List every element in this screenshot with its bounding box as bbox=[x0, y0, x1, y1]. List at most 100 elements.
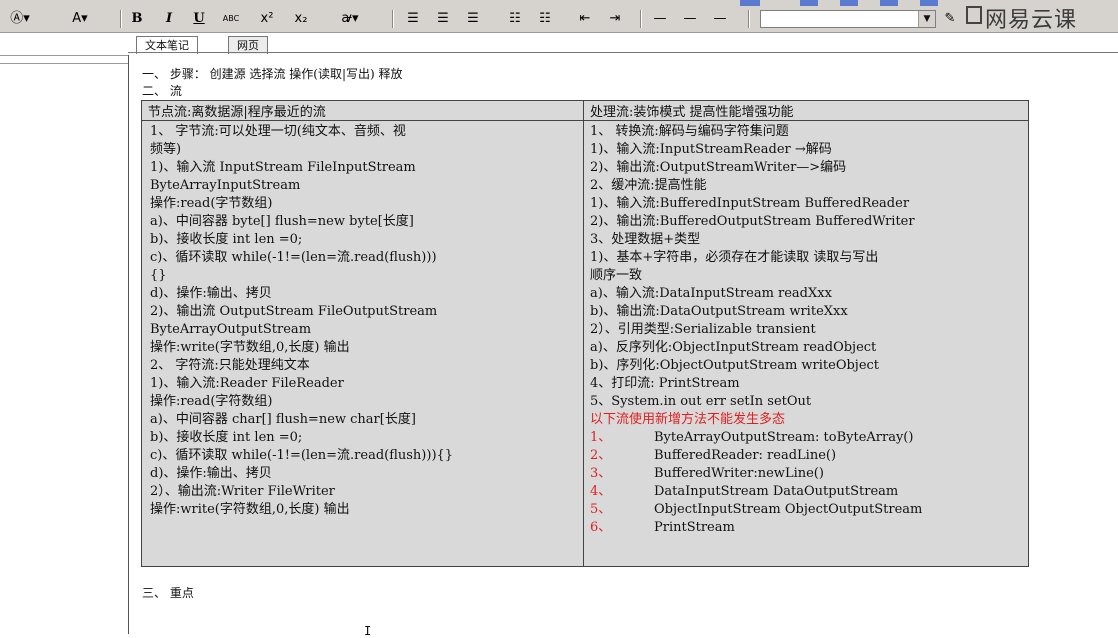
brand-text: 网易云课 bbox=[985, 8, 1078, 33]
left-line: ByteArrayOutputStream bbox=[150, 322, 312, 337]
left-line: ByteArrayInputStream bbox=[150, 178, 301, 193]
right-header: 处理流:装饰模式 提高性能增强功能 bbox=[583, 100, 1029, 121]
numbered-index: 2、 bbox=[590, 448, 612, 463]
right-line: 3、处理数据+类型 bbox=[590, 232, 701, 247]
left-line: c)、循环读取 while(-1!=(len=流.read(flush))){} bbox=[150, 448, 454, 463]
left-line: 频等) bbox=[150, 142, 182, 157]
right-line: 1、 转换流:解码与编码字符集问题 bbox=[590, 124, 789, 139]
left-line: 2）、输出流:Writer FileWriter bbox=[150, 484, 335, 499]
highlight-button[interactable]: ꜻ▾ bbox=[330, 9, 370, 29]
strikethrough-button[interactable]: ABC bbox=[218, 9, 244, 29]
toolbar-top-icon[interactable] bbox=[800, 0, 818, 6]
bullet-list-icon[interactable]: ☷ bbox=[536, 9, 554, 29]
left-header: 节点流:离数据源|程序最近的流 bbox=[141, 100, 584, 121]
left-line: 2)、输出流 OutputStream FileOutputStream bbox=[150, 304, 438, 319]
doc-line-steps: 一、 步骤： 创建源 选择流 操作(读取|写出) 释放 bbox=[142, 67, 403, 81]
left-line: b)、接收长度 int len =0; bbox=[150, 430, 303, 445]
numbered-row: 2、 BufferedReader: readLine() bbox=[590, 447, 1028, 465]
numbered-row: 6、 PrintStream bbox=[590, 519, 1028, 537]
outdent-icon[interactable]: ⇤ bbox=[576, 9, 594, 29]
bold-button[interactable]: B bbox=[128, 9, 146, 29]
numbered-text: ByteArrayOutputStream: toByteArray() bbox=[654, 430, 914, 445]
left-line: c)、循环读取 while(-1!=(len=流.read(flush))) bbox=[150, 250, 437, 265]
toolbar-separator bbox=[748, 10, 749, 28]
toolbar-separator bbox=[392, 10, 393, 28]
doc-line-streams: 二、 流 bbox=[142, 84, 182, 98]
left-line: a)、中间容器 char[] flush=new char[长度] bbox=[150, 412, 416, 427]
right-line: 2)、输出流:BufferedOutputStream BufferedWrit… bbox=[590, 214, 915, 229]
right-cell[interactable]: 1、 转换流:解码与编码字符集问题 1)、输入流:InputStreamRead… bbox=[583, 120, 1029, 567]
left-line: d)、操作:输出、拷贝 bbox=[150, 286, 272, 301]
right-line: 1)、基本+字符串，必须存在才能读取 读取与写出 bbox=[590, 250, 879, 265]
right-line: a)、输入流:DataInputStream readXxx bbox=[590, 286, 832, 301]
right-line: 5、System.in out err setIn setOut bbox=[590, 394, 812, 409]
left-line: 1)、输入流:Reader FileReader bbox=[150, 376, 344, 391]
horizontal-rule-icon[interactable]: — bbox=[710, 9, 730, 29]
left-line: b)、接收长度 int len =0; bbox=[150, 232, 303, 247]
paint-icon[interactable]: ✎ bbox=[940, 9, 960, 29]
toolbar-separator bbox=[640, 10, 641, 28]
right-line: 2)、输出流:OutputStreamWriter—>编码 bbox=[590, 160, 847, 175]
horizontal-rule-icon[interactable]: — bbox=[680, 9, 700, 29]
align-left-icon[interactable]: ☰ bbox=[404, 9, 422, 29]
italic-button[interactable]: I bbox=[160, 9, 178, 29]
superscript-button[interactable]: x² bbox=[256, 9, 278, 29]
numbered-text: PrintStream bbox=[654, 520, 735, 535]
numbered-row: 3、 BufferedWriter:newLine() bbox=[590, 465, 1028, 483]
right-line: 1)、输入流:BufferedInputStream BufferedReade… bbox=[590, 196, 910, 211]
font-size-combo[interactable]: ▼ bbox=[760, 10, 936, 28]
left-line: {} bbox=[150, 268, 167, 283]
numbered-row: 4、 DataInputStream DataOutputStream bbox=[590, 483, 1028, 501]
left-cell[interactable]: 1、 字节流:可以处理一切(纯文本、音频、视 频等) 1)、输入流 InputS… bbox=[141, 120, 584, 567]
left-line: 1、 字节流:可以处理一切(纯文本、音频、视 bbox=[150, 124, 406, 139]
toolbar-top-icon[interactable] bbox=[920, 0, 938, 6]
right-line: 1)、输入流:InputStreamReader →解码 bbox=[590, 142, 832, 157]
align-center-icon[interactable]: ☰ bbox=[434, 9, 452, 29]
right-line: 以下流使用新增方法不能发生多态 bbox=[590, 412, 786, 427]
numbered-text: BufferedWriter:newLine() bbox=[654, 466, 824, 481]
left-line: 操作:read(字符数组) bbox=[150, 394, 273, 409]
text-cursor-icon: I bbox=[364, 624, 372, 638]
right-line: 顺序一致 bbox=[590, 268, 643, 283]
tab-underline bbox=[128, 52, 1118, 53]
horizontal-rule-icon[interactable]: — bbox=[650, 9, 670, 29]
font-color-icon[interactable]: A▾ bbox=[62, 9, 98, 29]
formatting-toolbar: Ⓐ▾ A▾ B I U ABC x² x₂ ꜻ▾ ☰ ☰ ☰ ☷ ☷ ⇤ ⇥ —… bbox=[0, 0, 1118, 33]
subscript-button[interactable]: x₂ bbox=[290, 9, 312, 29]
toolbar-top-icon[interactable] bbox=[880, 0, 898, 6]
numbered-text: ObjectInputStream ObjectOutputStream bbox=[654, 502, 923, 517]
numbered-text: BufferedReader: readLine() bbox=[654, 448, 837, 463]
right-cell-content: 1、 转换流:解码与编码字符集问题 1)、输入流:InputStreamRead… bbox=[584, 121, 1028, 429]
numbered-text: DataInputStream DataOutputStream bbox=[654, 484, 899, 499]
numbered-list-icon[interactable]: ☷ bbox=[506, 9, 524, 29]
toolbar-top-icon[interactable] bbox=[840, 0, 858, 6]
right-line: b)、输出流:DataOutputStream writeXxx bbox=[590, 304, 848, 319]
right-line: 2）、引用类型:Serializable transient bbox=[590, 322, 816, 337]
right-line: 4、打印流: PrintStream bbox=[590, 376, 740, 391]
left-margin bbox=[0, 33, 128, 634]
brand-logo-icon bbox=[966, 6, 982, 24]
right-line: 2、缓冲流:提高性能 bbox=[590, 178, 707, 193]
style-icon[interactable]: Ⓐ▾ bbox=[2, 9, 38, 29]
left-line: 2、 字符流:只能处理纯文本 bbox=[150, 358, 310, 373]
left-line: 操作:write(字符数组,0,长度) 输出 bbox=[150, 502, 350, 517]
numbered-index: 6、 bbox=[590, 520, 612, 535]
left-cell-content: 1、 字节流:可以处理一切(纯文本、音频、视 频等) 1)、输入流 InputS… bbox=[142, 121, 583, 519]
numbered-index: 1、 bbox=[590, 430, 612, 445]
underline-button[interactable]: U bbox=[190, 9, 208, 29]
notes-table: 节点流:离数据源|程序最近的流 处理流:装饰模式 提高性能增强功能 1、 字节流… bbox=[141, 100, 1029, 567]
numbered-row: 1、 ByteArrayOutputStream: toByteArray() bbox=[590, 429, 1028, 447]
right-line: b)、序列化:ObjectOutputStream writeObject bbox=[590, 358, 880, 373]
left-line: a)、中间容器 byte[] flush=new byte[长度] bbox=[150, 214, 414, 229]
chevron-down-icon[interactable]: ▼ bbox=[918, 11, 935, 27]
right-line: a)、反序列化:ObjectInputStream readObject bbox=[590, 340, 877, 355]
doc-line-keypoints: 三、 重点 bbox=[142, 586, 194, 600]
numbered-row: 5、 ObjectInputStream ObjectOutputStream bbox=[590, 501, 1028, 519]
toolbar-top-icon[interactable] bbox=[740, 0, 760, 6]
left-line: 1)、输入流 InputStream FileInputStream bbox=[150, 160, 416, 175]
margin-rule bbox=[0, 63, 128, 64]
numbered-index: 5、 bbox=[590, 502, 612, 517]
indent-icon[interactable]: ⇥ bbox=[606, 9, 624, 29]
align-right-icon[interactable]: ☰ bbox=[464, 9, 482, 29]
left-line: 操作:write(字节数组,0,长度) 输出 bbox=[150, 340, 350, 355]
